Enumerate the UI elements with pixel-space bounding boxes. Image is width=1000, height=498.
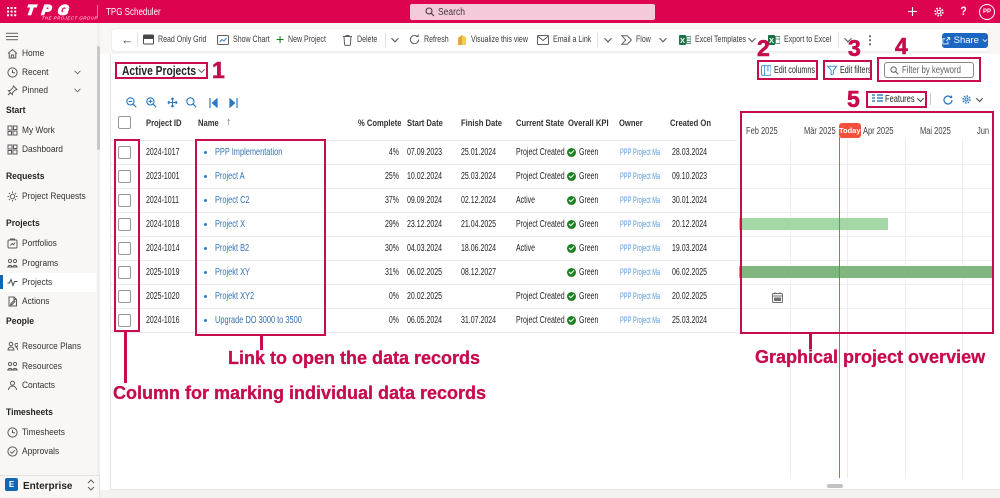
svg-text:X: X — [680, 36, 685, 45]
svg-text:THE PROJECT GROUP: THE PROJECT GROUP — [41, 16, 97, 21]
